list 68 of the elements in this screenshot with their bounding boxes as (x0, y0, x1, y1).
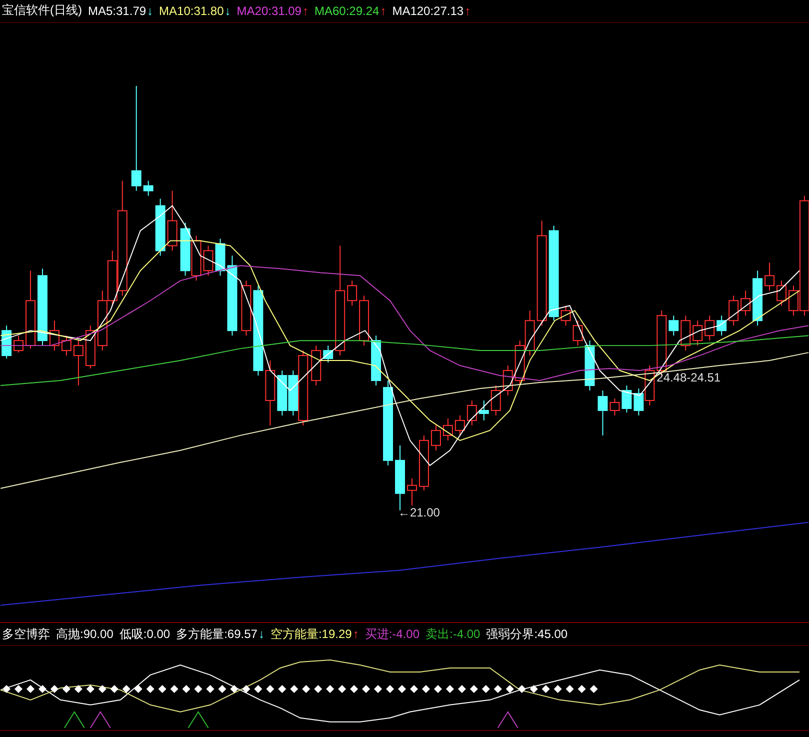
candlestick (560, 305, 571, 326)
candlestick (610, 398, 620, 416)
indicator-value: 高抛:90.00 (56, 626, 114, 643)
indicator-value: MA120:27.13↑ (392, 4, 471, 18)
candlestick (764, 262, 774, 292)
indicator-title: 宝信软件(日线) (2, 2, 82, 20)
indicator-value: MA20:31.09↑ (236, 4, 308, 18)
candlestick (704, 315, 715, 342)
candlestick (584, 340, 595, 391)
indicator-value: MA5:31.79↓ (88, 4, 154, 18)
candlestick (265, 360, 276, 426)
candlestick (442, 418, 453, 441)
candlestick (598, 390, 608, 436)
candlestick (97, 290, 108, 352)
candlestick (73, 340, 84, 386)
triangle-signal (188, 711, 209, 729)
price-label: 24.48-24.51 (656, 370, 721, 384)
price-label: ←21.00 (398, 505, 440, 520)
indicator-value: 低吸:0.00 (119, 626, 170, 643)
indicator-value: 强弱分界:45.00 (486, 626, 568, 643)
candlestick (347, 280, 358, 306)
candlestick (430, 424, 441, 451)
candlestick (61, 335, 72, 356)
candlestick (143, 180, 154, 196)
triangle-signal (64, 711, 85, 729)
indicator-title: 多空博弈 (2, 626, 50, 643)
candlestick (323, 345, 334, 363)
candlestick (311, 345, 322, 386)
triangle-signal (90, 711, 111, 729)
candlestick (752, 270, 763, 326)
candlestick (454, 414, 465, 436)
candlestick (466, 400, 477, 426)
candlestick (49, 320, 60, 352)
candlestick (716, 315, 727, 336)
candlestick (728, 295, 739, 326)
candlestick (241, 280, 252, 336)
candlestick (14, 335, 24, 354)
candlestick (167, 190, 178, 252)
candlestick (776, 280, 786, 306)
candlestick (371, 335, 382, 386)
candlestick (155, 198, 166, 256)
candlestick (203, 245, 214, 276)
indicator-value: 空方能量:19.29↑ (270, 626, 359, 643)
candlestick (572, 320, 583, 346)
indicator-value: MA10:31.80↓ (159, 4, 231, 18)
candlestick (359, 295, 370, 346)
indicator-value: 买进:-4.00 (364, 626, 420, 643)
candlestick (478, 400, 489, 421)
candlestick (490, 384, 501, 416)
candlestick (277, 370, 288, 416)
candlestick (418, 434, 429, 491)
indicator-value: 卖出:-4.00 (426, 626, 480, 643)
candlestick (191, 235, 202, 282)
candlestick (622, 384, 632, 413)
candlestick (180, 222, 190, 276)
candlestick (740, 290, 751, 316)
candlestick (680, 315, 691, 352)
indicator-value: MA60:29.24↑ (314, 4, 386, 18)
indicator-value: 多方能量:69.57↓ (176, 626, 264, 643)
candlestick (215, 238, 226, 276)
candlestick (524, 310, 535, 356)
candlestick (668, 315, 679, 336)
candlestick (2, 325, 12, 360)
triangle-signal (497, 711, 518, 729)
candlestick (407, 478, 417, 506)
candlestick (502, 365, 513, 396)
candlestick (85, 325, 96, 369)
candlestick (692, 320, 703, 346)
